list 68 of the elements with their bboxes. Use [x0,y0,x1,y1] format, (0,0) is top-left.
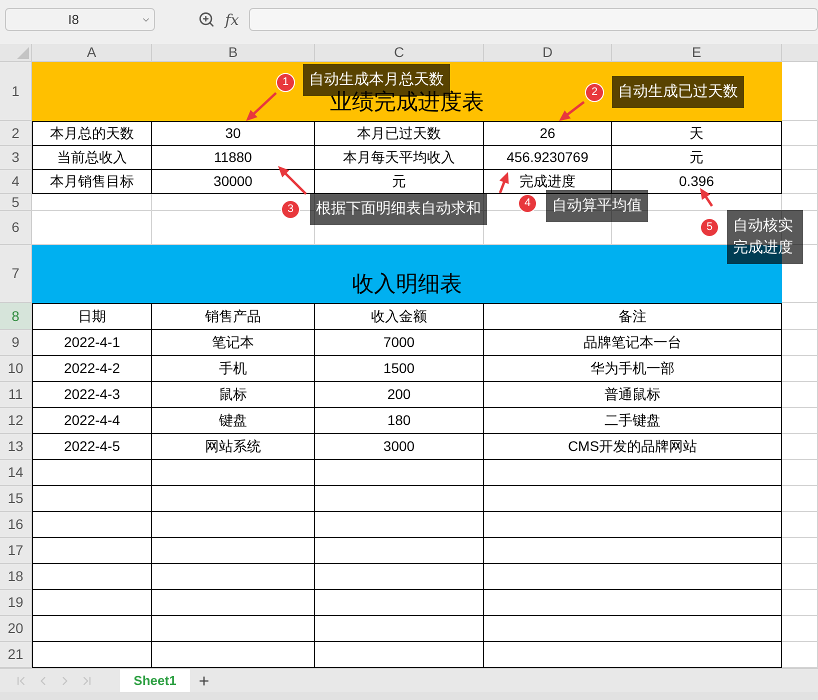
table-cell: 2022-4-2 [32,356,152,382]
table-cell: 200 [315,382,484,408]
table-cell: 鼠标 [152,382,315,408]
row-header[interactable]: 9 [0,330,32,356]
table-cell: 30 [152,121,315,146]
table-cell: 普通鼠标 [484,382,782,408]
row-header[interactable]: 21 [0,642,32,668]
row-header[interactable]: 17 [0,538,32,564]
table-cell: 元 [612,146,782,170]
callout-note: 自动核实完成进度 [727,210,803,264]
row-header[interactable]: 1 [0,62,32,121]
table-cell: 本月销售目标 [32,170,152,194]
table-cell: 2022-4-3 [32,382,152,408]
table-cell: 日期 [32,303,152,330]
row-header[interactable]: 8 [0,303,32,330]
row-header[interactable]: 11 [0,382,32,408]
table-cell: 180 [315,408,484,434]
table-cell: 1500 [315,356,484,382]
row-header[interactable]: 7 [0,245,32,303]
sheet-tab[interactable]: Sheet1 [120,668,190,692]
table-cell: 收入金额 [315,303,484,330]
sheet-title: 收入明细表 [352,273,462,295]
table-cell: 3000 [315,434,484,460]
table-cell: 本月已过天数 [315,121,484,146]
row-header[interactable]: 14 [0,460,32,486]
table-cell: 本月每天平均收入 [315,146,484,170]
add-sheet-button[interactable]: + [194,670,214,690]
table-cell: 华为手机一部 [484,356,782,382]
table-cell: 本月总的天数 [32,121,152,146]
callout-note: 根据下面明细表自动求和 [310,193,487,225]
row-header[interactable]: 10 [0,356,32,382]
row-header[interactable]: 12 [0,408,32,434]
table-cell: 二手键盘 [484,408,782,434]
row-header[interactable]: 2 [0,121,32,146]
table-cell: 元 [315,170,484,194]
table-cell: 销售产品 [152,303,315,330]
table-cell: 笔记本 [152,330,315,356]
callout-note: 自动算平均值 [546,190,648,222]
table-cell: CMS开发的品牌网站 [484,434,782,460]
number-badge: 4 [518,194,537,213]
table-cell: 7000 [315,330,484,356]
table-cell: 天 [612,121,782,146]
callout-note: 自动生成已过天数 [612,76,744,108]
table-cell: 网站系统 [152,434,315,460]
row-header[interactable]: 18 [0,564,32,590]
table-cell: 26 [484,121,612,146]
table-cell: 备注 [484,303,782,330]
row-header[interactable]: 20 [0,616,32,642]
row-header[interactable]: 15 [0,486,32,512]
table-cell: 2022-4-5 [32,434,152,460]
table-cell: 品牌笔记本一台 [484,330,782,356]
table-cell: 键盘 [152,408,315,434]
function-label[interactable]: fx [225,9,240,32]
number-badge: 5 [700,218,719,237]
row-header[interactable]: 4 [0,170,32,194]
number-badge: 3 [281,200,300,219]
table-cell: 手机 [152,356,315,382]
row-header[interactable]: 13 [0,434,32,460]
table-cell: 456.9230769 [484,146,612,170]
row-header[interactable]: 3 [0,146,32,170]
name-box[interactable]: I8 [5,8,155,31]
row-header[interactable]: 16 [0,512,32,538]
row-header[interactable]: 19 [0,590,32,616]
table-cell: 当前总收入 [32,146,152,170]
table-cell: 2022-4-1 [32,330,152,356]
table-cell: 2022-4-4 [32,408,152,434]
row-header[interactable]: 6 [0,211,32,245]
row-header[interactable]: 5 [0,194,32,211]
